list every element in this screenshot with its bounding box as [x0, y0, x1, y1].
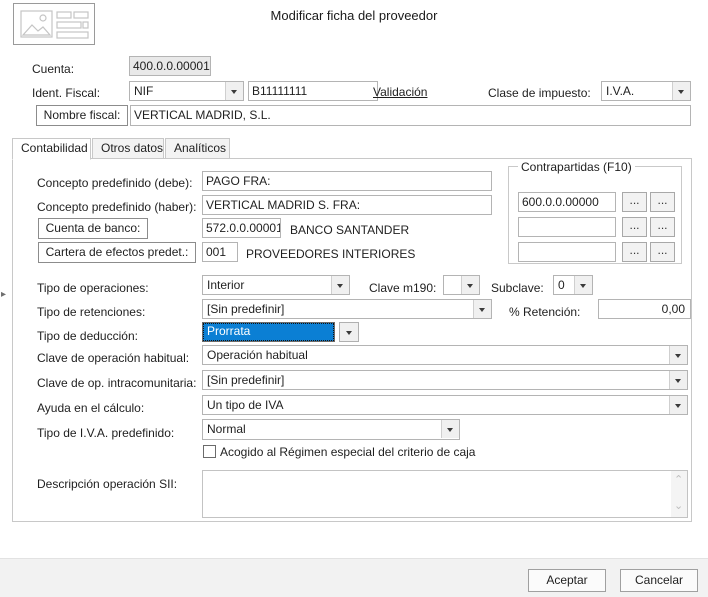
chevron-down-icon[interactable] — [672, 82, 690, 100]
tipo-iva-label: Tipo de I.V.A. predefinido: — [37, 426, 175, 440]
cuenta-field[interactable]: 400.0.0.00001 — [129, 56, 211, 76]
contrapartida-field-2[interactable] — [518, 217, 616, 237]
tipo-retenciones-value: [Sin predefinir] — [207, 302, 285, 316]
contrapartida-browse-2b[interactable]: ... — [650, 217, 675, 237]
tipo-deduccion-selection[interactable]: Prorrata — [202, 322, 335, 342]
contrapartida-field-1[interactable]: 600.0.0.00000 — [518, 192, 616, 212]
cuenta-banco-button[interactable]: Cuenta de banco: — [38, 218, 148, 239]
cuenta-banco-code-field[interactable]: 572.0.0.00001 — [202, 218, 281, 238]
tipo-iva-value: Normal — [207, 422, 246, 436]
dialog-footer: Aceptar Cancelar — [0, 558, 708, 597]
contrapartida-browse-1b[interactable]: ... — [650, 192, 675, 212]
tipo-deduccion-value: Prorrata — [207, 324, 251, 338]
clave-op-habitual-select[interactable]: Operación habitual — [202, 345, 688, 365]
tipo-deduccion-label: Tipo de deducción: — [37, 329, 138, 343]
chevron-down-icon[interactable] — [441, 420, 459, 438]
cartera-efectos-button[interactable]: Cartera de efectos predet.: — [38, 242, 196, 263]
concepto-haber-label: Concepto predefinido (haber): — [37, 200, 197, 214]
chevron-down-icon[interactable] — [669, 396, 687, 414]
tipo-retenciones-label: Tipo de retenciones: — [37, 305, 146, 319]
clase-impuesto-value: I.V.A. — [606, 84, 635, 98]
contrapartida-field-3[interactable] — [518, 242, 616, 262]
chevron-down-icon[interactable] — [669, 346, 687, 364]
cancel-button[interactable]: Cancelar — [620, 569, 698, 592]
pct-retencion-label: % Retención: — [509, 305, 581, 319]
tipo-operaciones-select[interactable]: Interior — [202, 275, 350, 295]
contrapartidas-legend: Contrapartidas (F10) — [518, 160, 635, 174]
descripcion-sii-textarea[interactable]: ⌃ ⌄ — [202, 470, 688, 518]
contrapartida-browse-1a[interactable]: ... — [622, 192, 647, 212]
chevron-down-icon[interactable] — [669, 371, 687, 389]
subclave-select[interactable]: 0 — [553, 275, 593, 295]
validacion-link[interactable]: Validación — [373, 85, 427, 99]
tab-analiticos[interactable]: Analíticos — [165, 138, 230, 159]
contrapartida-browse-3b[interactable]: ... — [650, 242, 675, 262]
tipo-operaciones-value: Interior — [207, 278, 245, 292]
tipo-retenciones-select[interactable]: [Sin predefinir] — [202, 299, 492, 319]
accept-button[interactable]: Aceptar — [528, 569, 606, 592]
ayuda-calculo-label: Ayuda en el cálculo: — [37, 401, 145, 415]
cuenta-label: Cuenta: — [32, 62, 75, 76]
cartera-efectos-name: PROVEEDORES INTERIORES — [246, 247, 416, 261]
chevron-down-icon[interactable] — [339, 322, 359, 342]
chevron-down-icon[interactable] — [225, 82, 243, 100]
tab-otros-datos[interactable]: Otros datos — [92, 138, 164, 159]
concepto-debe-label: Concepto predefinido (debe): — [37, 176, 193, 190]
clave-op-habitual-label: Clave de operación habitual: — [37, 351, 190, 365]
ayuda-calculo-value: Un tipo de IVA — [207, 398, 284, 412]
subclave-label: Subclave: — [491, 281, 544, 295]
nombre-fiscal-field[interactable]: VERTICAL MADRID, S.L. — [130, 105, 691, 126]
pct-retencion-field[interactable]: 0,00 — [598, 299, 691, 319]
chevron-down-icon[interactable] — [574, 276, 592, 294]
ayuda-calculo-select[interactable]: Un tipo de IVA — [202, 395, 688, 415]
scroll-down-icon[interactable]: ⌄ — [674, 501, 683, 512]
cartera-efectos-code-field[interactable]: 001 — [202, 242, 238, 262]
subclave-value: 0 — [558, 278, 565, 292]
clase-impuesto-select[interactable]: I.V.A. — [601, 81, 691, 101]
chevron-down-icon[interactable] — [331, 276, 349, 294]
chevron-down-icon[interactable] — [461, 276, 479, 294]
dialog-header: Modificar ficha del proveedor — [0, 0, 708, 45]
clave-op-intracomunitaria-select[interactable]: [Sin predefinir] — [202, 370, 688, 390]
tipo-iva-select[interactable]: Normal — [202, 419, 460, 440]
scroll-up-icon[interactable]: ⌃ — [674, 475, 683, 486]
clave-op-habitual-value: Operación habitual — [207, 348, 308, 362]
clave-m190-label: Clave m190: — [369, 281, 437, 295]
clave-op-intracomunitaria-label: Clave de op. intracomunitaria: — [37, 376, 197, 390]
descripcion-sii-scrollbar[interactable]: ⌃ ⌄ — [671, 471, 687, 517]
ident-fiscal-label: Ident. Fiscal: — [32, 86, 101, 100]
concepto-debe-field[interactable]: PAGO FRA: — [202, 171, 492, 191]
contrapartida-browse-2a[interactable]: ... — [622, 217, 647, 237]
contrapartida-browse-3a[interactable]: ... — [622, 242, 647, 262]
tab-strip: Contabilidad Otros datos Analíticos — [12, 138, 692, 160]
criterio-caja-checkbox[interactable] — [203, 445, 216, 458]
ident-fiscal-number-field[interactable]: B11111111 — [248, 81, 378, 101]
criterio-caja-label: Acogido al Régimen especial del criterio… — [220, 445, 476, 459]
nombre-fiscal-button[interactable]: Nombre fiscal: — [36, 105, 128, 126]
ident-fiscal-type-select[interactable]: NIF — [129, 81, 244, 101]
clave-m190-select[interactable] — [443, 275, 480, 295]
descripcion-sii-label: Descripción operación SII: — [37, 477, 178, 491]
clase-impuesto-label: Clase de impuesto: — [488, 86, 591, 100]
concepto-haber-field[interactable]: VERTICAL MADRID S. FRA: — [202, 195, 492, 215]
tipo-operaciones-label: Tipo de operaciones: — [37, 281, 149, 295]
clave-op-intracomunitaria-value: [Sin predefinir] — [207, 373, 285, 387]
cuenta-banco-name: BANCO SANTANDER — [290, 223, 410, 237]
tipo-deduccion-select[interactable]: Prorrata — [202, 322, 360, 343]
tab-contabilidad[interactable]: Contabilidad — [12, 138, 91, 160]
ident-fiscal-type-value: NIF — [134, 84, 154, 98]
chevron-down-icon[interactable] — [473, 300, 491, 318]
page-title: Modificar ficha del proveedor — [270, 8, 438, 23]
panel-collapse-handle-icon[interactable]: ▸ — [1, 289, 9, 301]
